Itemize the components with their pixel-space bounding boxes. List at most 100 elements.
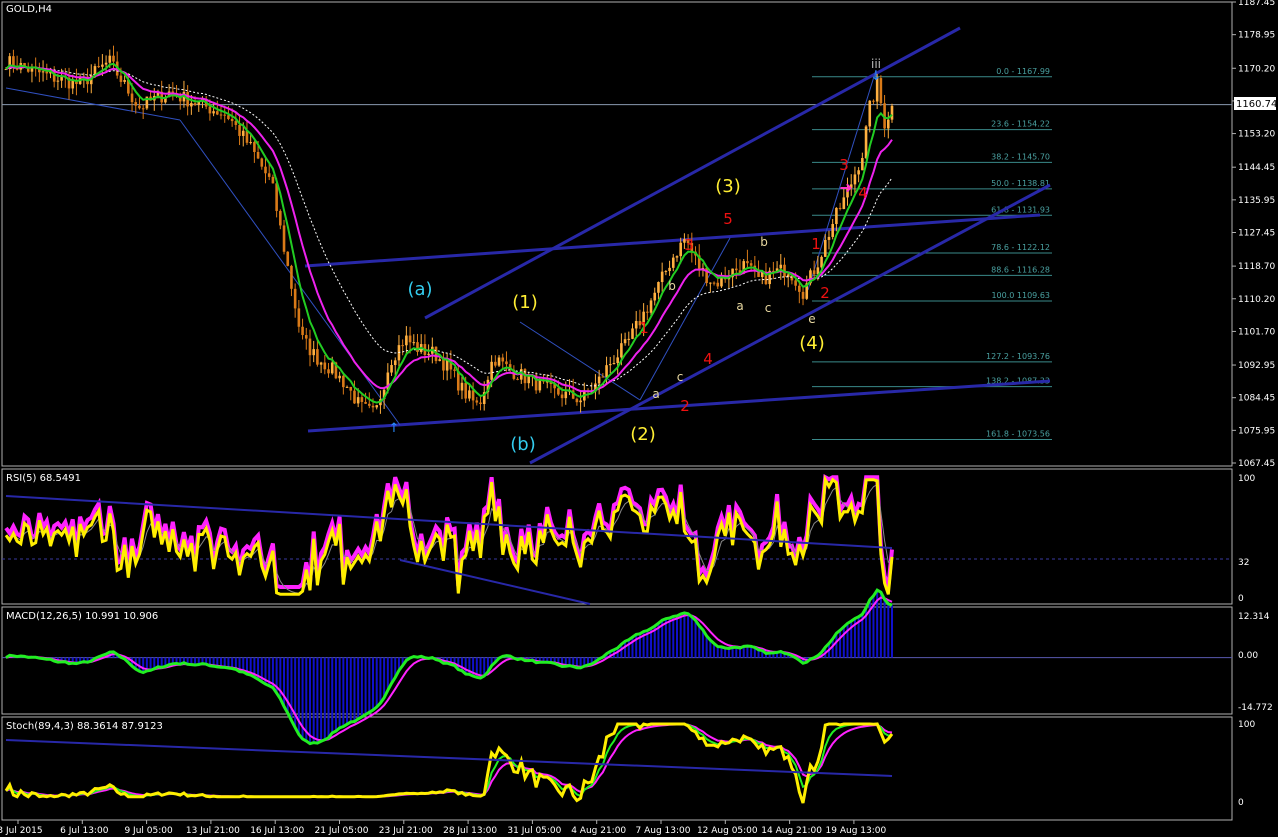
candle-body: [416, 342, 419, 352]
candle-body: [460, 382, 464, 391]
macd-panel[interactable]: [1, 606, 1233, 715]
candle-body: [353, 390, 356, 404]
candle-body: [475, 400, 479, 403]
indicator-tick-label: -14.772: [1238, 703, 1273, 713]
candle-body: [872, 100, 875, 102]
candle-body: [371, 405, 375, 408]
fib-label: 100.0 1109.63: [991, 291, 1050, 300]
price-tick-label: 1110.20: [1238, 295, 1275, 305]
candle-body: [41, 71, 45, 73]
candle-body: [345, 386, 349, 388]
candle-body: [664, 271, 668, 273]
price-tick-label: 1101.70: [1238, 327, 1275, 337]
candle-body: [464, 382, 467, 399]
price-tick-label: 1178.95: [1238, 31, 1275, 41]
candle-body: [497, 357, 501, 366]
chart-window[interactable]: 0.0 - 1167.99 23.6 - 1154.22 38.2 - 1145.7…: [0, 0, 1278, 837]
candle-body: [405, 335, 408, 346]
candle-body: [861, 158, 864, 171]
fib-label: 78.6 - 1122.12: [991, 243, 1050, 252]
candle-body: [709, 282, 712, 284]
stoch-panel[interactable]: [1, 716, 1233, 821]
price-tick-label: 1067.45: [1238, 459, 1275, 469]
time-tick-label: 13 Jul 21:00: [186, 826, 240, 836]
candle-body: [338, 375, 341, 379]
wave-label: (4): [799, 333, 825, 354]
candle-body: [230, 118, 234, 122]
candle-body: [56, 80, 60, 82]
candle-body: [412, 342, 416, 344]
time-tick-label: 12 Aug 05:00: [697, 826, 758, 836]
candle-body: [490, 361, 493, 380]
candle-body: [820, 256, 823, 268]
candle-body: [601, 376, 605, 378]
candle-body: [104, 62, 108, 65]
candle-body: [527, 376, 531, 384]
candle-body: [649, 300, 653, 313]
candle-body: [746, 261, 749, 264]
candle-body: [290, 265, 293, 289]
candle-body: [842, 197, 846, 209]
fib-label: 127.2 - 1093.76: [986, 352, 1050, 361]
rsi-title: RSI(5) 68.5491: [6, 473, 81, 484]
price-tick-label: 1144.45: [1238, 163, 1275, 173]
candle-body: [212, 111, 215, 114]
candle-body: [208, 106, 212, 114]
wave-label: 4: [703, 350, 713, 368]
candle-body: [798, 285, 801, 292]
candle-body: [812, 270, 816, 275]
wave-label: 3: [839, 156, 849, 174]
arrow-down-icon: ↓: [871, 69, 882, 84]
candle-body: [297, 308, 301, 327]
candle-body: [264, 166, 267, 174]
candle-body: [575, 398, 579, 403]
candle-body: [479, 402, 482, 405]
candle-body: [616, 357, 619, 363]
candle-body: [620, 343, 623, 358]
candle-body: [134, 102, 138, 106]
candle-body: [138, 105, 141, 109]
time-tick-label: 23 Jul 21:00: [379, 826, 433, 836]
candle-body: [564, 391, 568, 399]
fib-label: 161.8 - 1073.56: [986, 430, 1050, 439]
wave-label: 5: [723, 210, 733, 228]
time-tick-label: 7 Aug 13:00: [636, 826, 691, 836]
candle-body: [108, 55, 112, 63]
time-tick-label: 6 Jul 13:00: [60, 826, 109, 836]
candle-body: [627, 338, 631, 340]
wave-label: e: [808, 312, 815, 326]
time-tick-label: 28 Jul 13:00: [443, 826, 497, 836]
candle-body: [123, 79, 126, 82]
candle-body: [393, 360, 397, 366]
arrow-up-icon: ↑: [389, 421, 400, 436]
candle-body: [735, 268, 738, 271]
candle-body: [219, 114, 223, 116]
candle-body: [367, 403, 371, 406]
price-tick-label: 1084.45: [1238, 394, 1275, 404]
candle-body: [445, 360, 449, 371]
candle-body: [505, 361, 508, 365]
wave-label: c: [765, 301, 772, 315]
symbol-title: GOLD,H4: [6, 4, 52, 15]
candle-body: [827, 236, 831, 240]
candle-body: [267, 173, 271, 177]
wave-label: 3: [684, 236, 694, 254]
wave-label: 1: [811, 235, 821, 253]
candle-body: [631, 328, 634, 339]
candle-body: [679, 242, 682, 257]
candle-body: [660, 271, 664, 283]
candle-body: [608, 364, 612, 366]
candle-body: [494, 361, 497, 366]
candle-body: [238, 124, 241, 136]
candle-body: [668, 267, 671, 272]
candle-body: [557, 388, 560, 395]
wave-label: (3): [715, 176, 741, 197]
price-tick-label: 1170.20: [1238, 64, 1275, 74]
price-tick-label: 1135.95: [1238, 196, 1275, 206]
wave-label: (b): [510, 434, 535, 455]
wave-label: a: [736, 299, 743, 313]
time-tick-label: 19 Aug 13:00: [826, 826, 887, 836]
candle-body: [838, 207, 842, 209]
time-tick-label: 3 Jul 2015: [0, 826, 43, 836]
candle-body: [271, 176, 275, 184]
